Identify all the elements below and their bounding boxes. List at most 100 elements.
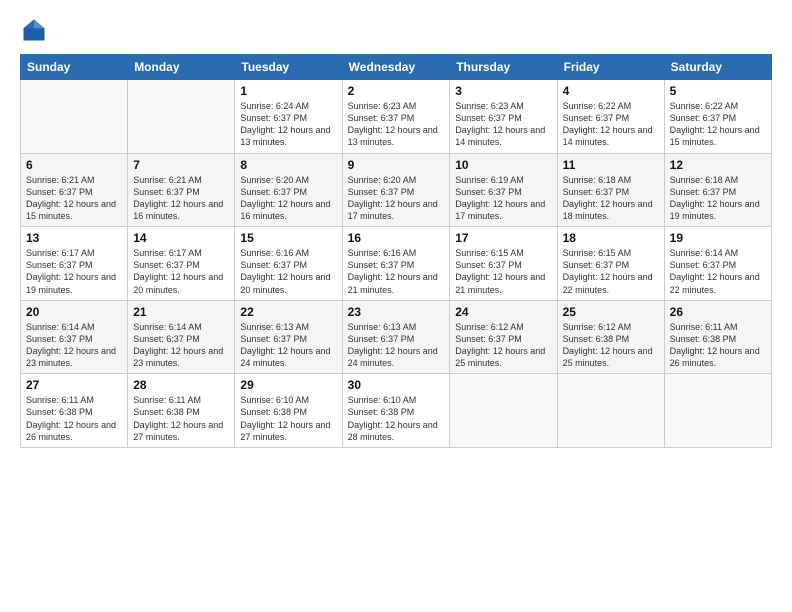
day-number: 4: [563, 84, 659, 98]
calendar-day-cell: 28 Sunrise: 6:11 AMSunset: 6:38 PMDayligh…: [128, 374, 235, 448]
day-info: Sunrise: 6:13 AMSunset: 6:37 PMDaylight:…: [240, 321, 336, 370]
day-info: Sunrise: 6:24 AMSunset: 6:37 PMDaylight:…: [240, 100, 336, 149]
day-info: Sunrise: 6:10 AMSunset: 6:38 PMDaylight:…: [240, 394, 336, 443]
day-number: 11: [563, 158, 659, 172]
calendar-day-cell: 6 Sunrise: 6:21 AMSunset: 6:37 PMDaylight…: [21, 153, 128, 227]
day-info: Sunrise: 6:16 AMSunset: 6:37 PMDaylight:…: [240, 247, 336, 296]
calendar-week-row: 6 Sunrise: 6:21 AMSunset: 6:37 PMDaylight…: [21, 153, 772, 227]
day-info: Sunrise: 6:22 AMSunset: 6:37 PMDaylight:…: [563, 100, 659, 149]
day-info: Sunrise: 6:14 AMSunset: 6:37 PMDaylight:…: [133, 321, 229, 370]
calendar-day-cell: 20 Sunrise: 6:14 AMSunset: 6:37 PMDayligh…: [21, 300, 128, 374]
day-number: 13: [26, 231, 122, 245]
calendar-day-cell: 2Sunrise: 6:23 AMSunset: 6:37 PMDaylight…: [342, 80, 450, 154]
day-number: 30: [348, 378, 445, 392]
weekday-header: Thursday: [450, 55, 557, 80]
day-info: Sunrise: 6:15 AMSunset: 6:37 PMDaylight:…: [563, 247, 659, 296]
day-number: 16: [348, 231, 445, 245]
weekday-header: Sunday: [21, 55, 128, 80]
calendar-day-cell: 23 Sunrise: 6:13 AMSunset: 6:37 PMDayligh…: [342, 300, 450, 374]
day-info: Sunrise: 6:11 AMSunset: 6:38 PMDaylight:…: [26, 394, 122, 443]
day-number: 22: [240, 305, 336, 319]
calendar-day-cell: 25 Sunrise: 6:12 AMSunset: 6:38 PMDayligh…: [557, 300, 664, 374]
calendar-day-cell: 24 Sunrise: 6:12 AMSunset: 6:37 PMDayligh…: [450, 300, 557, 374]
day-info: Sunrise: 6:20 AMSunset: 6:37 PMDaylight:…: [240, 174, 336, 223]
day-info: Sunrise: 6:16 AMSunset: 6:37 PMDaylight:…: [348, 247, 445, 296]
day-number: 23: [348, 305, 445, 319]
calendar-day-cell: 5 Sunrise: 6:22 AMSunset: 6:37 PMDaylight…: [664, 80, 771, 154]
day-info: Sunrise: 6:10 AMSunset: 6:38 PMDaylight:…: [348, 394, 445, 443]
day-info: Sunrise: 6:19 AMSunset: 6:37 PMDaylight:…: [455, 174, 551, 223]
calendar-day-cell: [21, 80, 128, 154]
day-number: 5: [670, 84, 766, 98]
weekday-header: Wednesday: [342, 55, 450, 80]
calendar-day-cell: 13 Sunrise: 6:17 AMSunset: 6:37 PMDayligh…: [21, 227, 128, 301]
day-number: 8: [240, 158, 336, 172]
day-info: Sunrise: 6:12 AMSunset: 6:38 PMDaylight:…: [563, 321, 659, 370]
header: [20, 16, 772, 44]
calendar-day-cell: 12Sunrise: 6:18 AMSunset: 6:37 PMDayligh…: [664, 153, 771, 227]
calendar-day-cell: 10Sunrise: 6:19 AMSunset: 6:37 PMDayligh…: [450, 153, 557, 227]
calendar-day-cell: [557, 374, 664, 448]
day-number: 19: [670, 231, 766, 245]
day-info: Sunrise: 6:18 AMSunset: 6:37 PMDaylight:…: [563, 174, 659, 223]
day-info: Sunrise: 6:17 AMSunset: 6:37 PMDaylight:…: [26, 247, 122, 296]
day-number: 7: [133, 158, 229, 172]
day-number: 29: [240, 378, 336, 392]
calendar-table: SundayMondayTuesdayWednesdayThursdayFrid…: [20, 54, 772, 448]
day-number: 15: [240, 231, 336, 245]
calendar-day-cell: 1 Sunrise: 6:24 AMSunset: 6:37 PMDaylight…: [235, 80, 342, 154]
day-info: Sunrise: 6:14 AMSunset: 6:37 PMDaylight:…: [26, 321, 122, 370]
day-info: Sunrise: 6:13 AMSunset: 6:37 PMDaylight:…: [348, 321, 445, 370]
day-number: 14: [133, 231, 229, 245]
calendar-week-row: 27 Sunrise: 6:11 AMSunset: 6:38 PMDayligh…: [21, 374, 772, 448]
calendar-day-cell: 22 Sunrise: 6:13 AMSunset: 6:37 PMDayligh…: [235, 300, 342, 374]
calendar-page: SundayMondayTuesdayWednesdayThursdayFrid…: [0, 0, 792, 612]
calendar-day-cell: 18 Sunrise: 6:15 AMSunset: 6:37 PMDayligh…: [557, 227, 664, 301]
calendar-week-row: 1 Sunrise: 6:24 AMSunset: 6:37 PMDaylight…: [21, 80, 772, 154]
weekday-header: Friday: [557, 55, 664, 80]
day-info: Sunrise: 6:17 AMSunset: 6:37 PMDaylight:…: [133, 247, 229, 296]
calendar-day-cell: 15 Sunrise: 6:16 AMSunset: 6:37 PMDayligh…: [235, 227, 342, 301]
day-number: 2: [348, 84, 445, 98]
day-info: Sunrise: 6:12 AMSunset: 6:37 PMDaylight:…: [455, 321, 551, 370]
day-info: Sunrise: 6:11 AMSunset: 6:38 PMDaylight:…: [133, 394, 229, 443]
calendar-day-cell: 16 Sunrise: 6:16 AMSunset: 6:37 PMDayligh…: [342, 227, 450, 301]
calendar-day-cell: 9 Sunrise: 6:20 AMSunset: 6:37 PMDaylight…: [342, 153, 450, 227]
weekday-header: Saturday: [664, 55, 771, 80]
day-number: 28: [133, 378, 229, 392]
weekday-header: Tuesday: [235, 55, 342, 80]
day-info: Sunrise: 6:15 AMSunset: 6:37 PMDaylight:…: [455, 247, 551, 296]
calendar-day-cell: 3 Sunrise: 6:23 AMSunset: 6:37 PMDaylight…: [450, 80, 557, 154]
day-number: 26: [670, 305, 766, 319]
day-number: 1: [240, 84, 336, 98]
calendar-day-cell: 30 Sunrise: 6:10 AMSunset: 6:38 PMDayligh…: [342, 374, 450, 448]
day-number: 24: [455, 305, 551, 319]
day-info: Sunrise: 6:22 AMSunset: 6:37 PMDaylight:…: [670, 100, 766, 149]
day-number: 27: [26, 378, 122, 392]
calendar-day-cell: 7 Sunrise: 6:21 AMSunset: 6:37 PMDaylight…: [128, 153, 235, 227]
calendar-week-row: 20 Sunrise: 6:14 AMSunset: 6:37 PMDayligh…: [21, 300, 772, 374]
day-number: 6: [26, 158, 122, 172]
calendar-day-cell: [450, 374, 557, 448]
calendar-day-cell: 27 Sunrise: 6:11 AMSunset: 6:38 PMDayligh…: [21, 374, 128, 448]
day-number: 12: [670, 158, 766, 172]
calendar-day-cell: 4 Sunrise: 6:22 AMSunset: 6:37 PMDaylight…: [557, 80, 664, 154]
calendar-day-cell: 29 Sunrise: 6:10 AMSunset: 6:38 PMDayligh…: [235, 374, 342, 448]
day-info: Sunrise: 6:21 AMSunset: 6:37 PMDaylight:…: [133, 174, 229, 223]
day-info: Sunrise: 6:14 AMSunset: 6:37 PMDaylight:…: [670, 247, 766, 296]
day-number: 9: [348, 158, 445, 172]
calendar-day-cell: 19 Sunrise: 6:14 AMSunset: 6:37 PMDayligh…: [664, 227, 771, 301]
day-info: Sunrise: 6:21 AMSunset: 6:37 PMDaylight:…: [26, 174, 122, 223]
day-number: 18: [563, 231, 659, 245]
day-number: 21: [133, 305, 229, 319]
calendar-day-cell: 14 Sunrise: 6:17 AMSunset: 6:37 PMDayligh…: [128, 227, 235, 301]
day-info: Sunrise: 6:20 AMSunset: 6:37 PMDaylight:…: [348, 174, 445, 223]
calendar-day-cell: [664, 374, 771, 448]
logo-icon: [20, 16, 48, 44]
calendar-day-cell: 21 Sunrise: 6:14 AMSunset: 6:37 PMDayligh…: [128, 300, 235, 374]
day-number: 17: [455, 231, 551, 245]
day-number: 20: [26, 305, 122, 319]
day-number: 3: [455, 84, 551, 98]
day-number: 25: [563, 305, 659, 319]
day-info: Sunrise: 6:23 AMSunset: 6:37 PMDaylight:…: [455, 100, 551, 149]
